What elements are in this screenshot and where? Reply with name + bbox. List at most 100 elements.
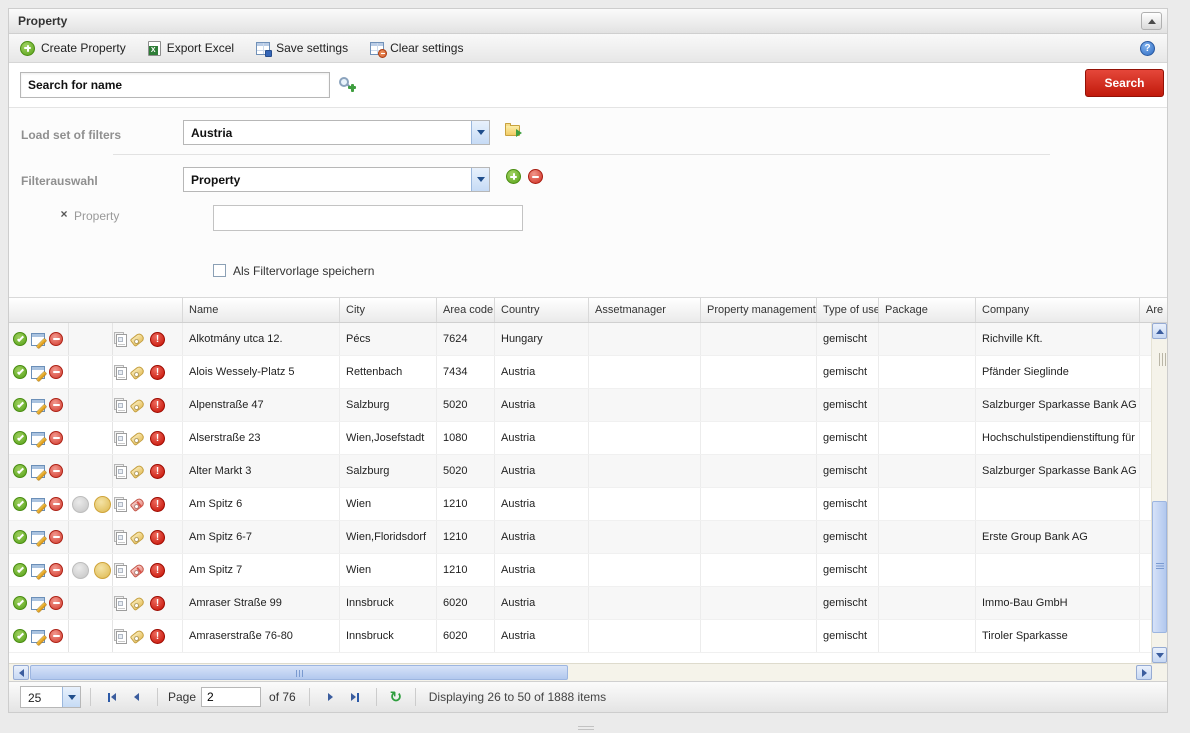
horizontal-scrollbar-thumb[interactable] [30,665,568,680]
table-row[interactable]: ! Alter Markt 3 Salzburg 5020 Austria ge… [9,455,1152,488]
edit-icon[interactable] [31,531,45,544]
search-button[interactable]: Search [1085,69,1164,97]
page-size-combo[interactable]: 25 [20,686,81,708]
copy-document-icon[interactable] [114,497,127,512]
edit-icon[interactable] [31,333,45,346]
error-icon[interactable]: ! [150,530,165,545]
copy-document-icon[interactable] [114,464,127,479]
tag-icon[interactable] [130,464,146,479]
error-icon[interactable]: ! [150,332,165,347]
accept-icon[interactable] [13,464,27,478]
edit-icon[interactable] [31,564,45,577]
property-filter-input[interactable] [213,205,523,231]
copy-document-icon[interactable] [114,596,127,611]
accept-icon[interactable] [13,596,27,610]
table-row[interactable]: ! Amraser Straße 99 Innsbruck 6020 Austr… [9,587,1152,620]
scroll-down-icon[interactable] [1152,647,1167,663]
scroll-up-icon[interactable] [1152,323,1167,339]
prev-page-button[interactable] [124,687,148,707]
tag-icon[interactable] [130,530,146,545]
page-number-input[interactable] [201,687,261,707]
load-filter-set-icon[interactable] [505,125,520,136]
error-icon[interactable]: ! [150,563,165,578]
edit-icon[interactable] [31,399,45,412]
column-header-city[interactable]: City [340,298,437,323]
collapse-panel-button[interactable] [1141,12,1162,30]
vertical-scrollbar[interactable] [1151,323,1167,663]
zoom-add-icon[interactable] [339,76,356,93]
delete-icon[interactable] [49,629,63,643]
table-row[interactable]: ! Am Spitz 6 Wien 1210 Austria gemischt [9,488,1152,521]
error-icon[interactable]: ! [150,629,165,644]
table-row[interactable]: ! Alpenstraße 47 Salzburg 5020 Austria g… [9,389,1152,422]
tag-icon[interactable] [130,629,146,644]
delete-icon[interactable] [49,530,63,544]
scroll-right-icon[interactable] [1136,665,1152,680]
table-row[interactable]: ! Am Spitz 7 Wien 1210 Austria gemischt [9,554,1152,587]
remove-property-filter-icon[interactable]: × [58,209,70,221]
clear-settings-button[interactable]: Clear settings [370,41,463,55]
first-page-button[interactable] [100,687,124,707]
export-excel-button[interactable]: X Export Excel [148,41,234,56]
combo-trigger-icon[interactable] [471,121,489,144]
error-icon[interactable]: ! [150,464,165,479]
resize-grip[interactable] [578,726,594,731]
column-header-property-management[interactable]: Property management [701,298,817,323]
error-icon[interactable]: ! [150,365,165,380]
accept-icon[interactable] [13,629,27,643]
column-header-assetmanager[interactable]: Assetmanager [589,298,701,323]
tag-icon[interactable] [130,563,146,578]
column-header-country[interactable]: Country [495,298,589,323]
accept-icon[interactable] [13,497,27,511]
table-row[interactable]: ! Alserstraße 23 Wien,Josefstadt 1080 Au… [9,422,1152,455]
save-filter-template-checkbox[interactable] [213,264,226,277]
delete-icon[interactable] [49,431,63,445]
error-icon[interactable]: ! [150,431,165,446]
delete-icon[interactable] [49,563,63,577]
last-page-button[interactable] [343,687,367,707]
load-filters-combo[interactable]: Austria [183,120,490,145]
copy-document-icon[interactable] [114,563,127,578]
tag-icon[interactable] [130,596,146,611]
copy-document-icon[interactable] [114,629,127,644]
delete-icon[interactable] [49,365,63,379]
edit-icon[interactable] [31,465,45,478]
delete-icon[interactable] [49,464,63,478]
column-header-type-of-use[interactable]: Type of use [817,298,879,323]
column-header-area-code[interactable]: Area code [437,298,495,323]
column-header-are[interactable]: Are [1140,298,1167,323]
error-icon[interactable]: ! [150,398,165,413]
help-icon[interactable]: ? [1140,41,1155,56]
tag-icon[interactable] [130,365,146,380]
column-header-package[interactable]: Package [879,298,976,323]
vertical-scrollbar-thumb[interactable] [1152,501,1167,633]
accept-icon[interactable] [13,398,27,412]
horizontal-scrollbar[interactable] [9,663,1167,681]
tag-icon[interactable] [130,332,146,347]
delete-icon[interactable] [49,497,63,511]
edit-icon[interactable] [31,498,45,511]
tag-icon[interactable] [130,431,146,446]
tag-icon[interactable] [130,497,146,512]
error-icon[interactable]: ! [150,596,165,611]
table-row[interactable]: ! Alkotmány utca 12. Pécs 7624 Hungary g… [9,323,1152,356]
edit-icon[interactable] [31,597,45,610]
error-icon[interactable]: ! [150,497,165,512]
delete-icon[interactable] [49,332,63,346]
copy-document-icon[interactable] [114,398,127,413]
copy-document-icon[interactable] [114,365,127,380]
copy-document-icon[interactable] [114,530,127,545]
search-input[interactable] [20,72,330,98]
accept-icon[interactable] [13,431,27,445]
delete-icon[interactable] [49,596,63,610]
filterauswahl-combo[interactable]: Property [183,167,490,192]
save-settings-button[interactable]: Save settings [256,41,348,55]
copy-document-icon[interactable] [114,431,127,446]
tag-icon[interactable] [130,398,146,413]
accept-icon[interactable] [13,332,27,346]
table-row[interactable]: ! Alois Wessely-Platz 5 Rettenbach 7434 … [9,356,1152,389]
column-header-company[interactable]: Company [976,298,1140,323]
refresh-icon[interactable]: ↻ [386,688,406,706]
combo-trigger-icon[interactable] [471,168,489,191]
edit-icon[interactable] [31,630,45,643]
